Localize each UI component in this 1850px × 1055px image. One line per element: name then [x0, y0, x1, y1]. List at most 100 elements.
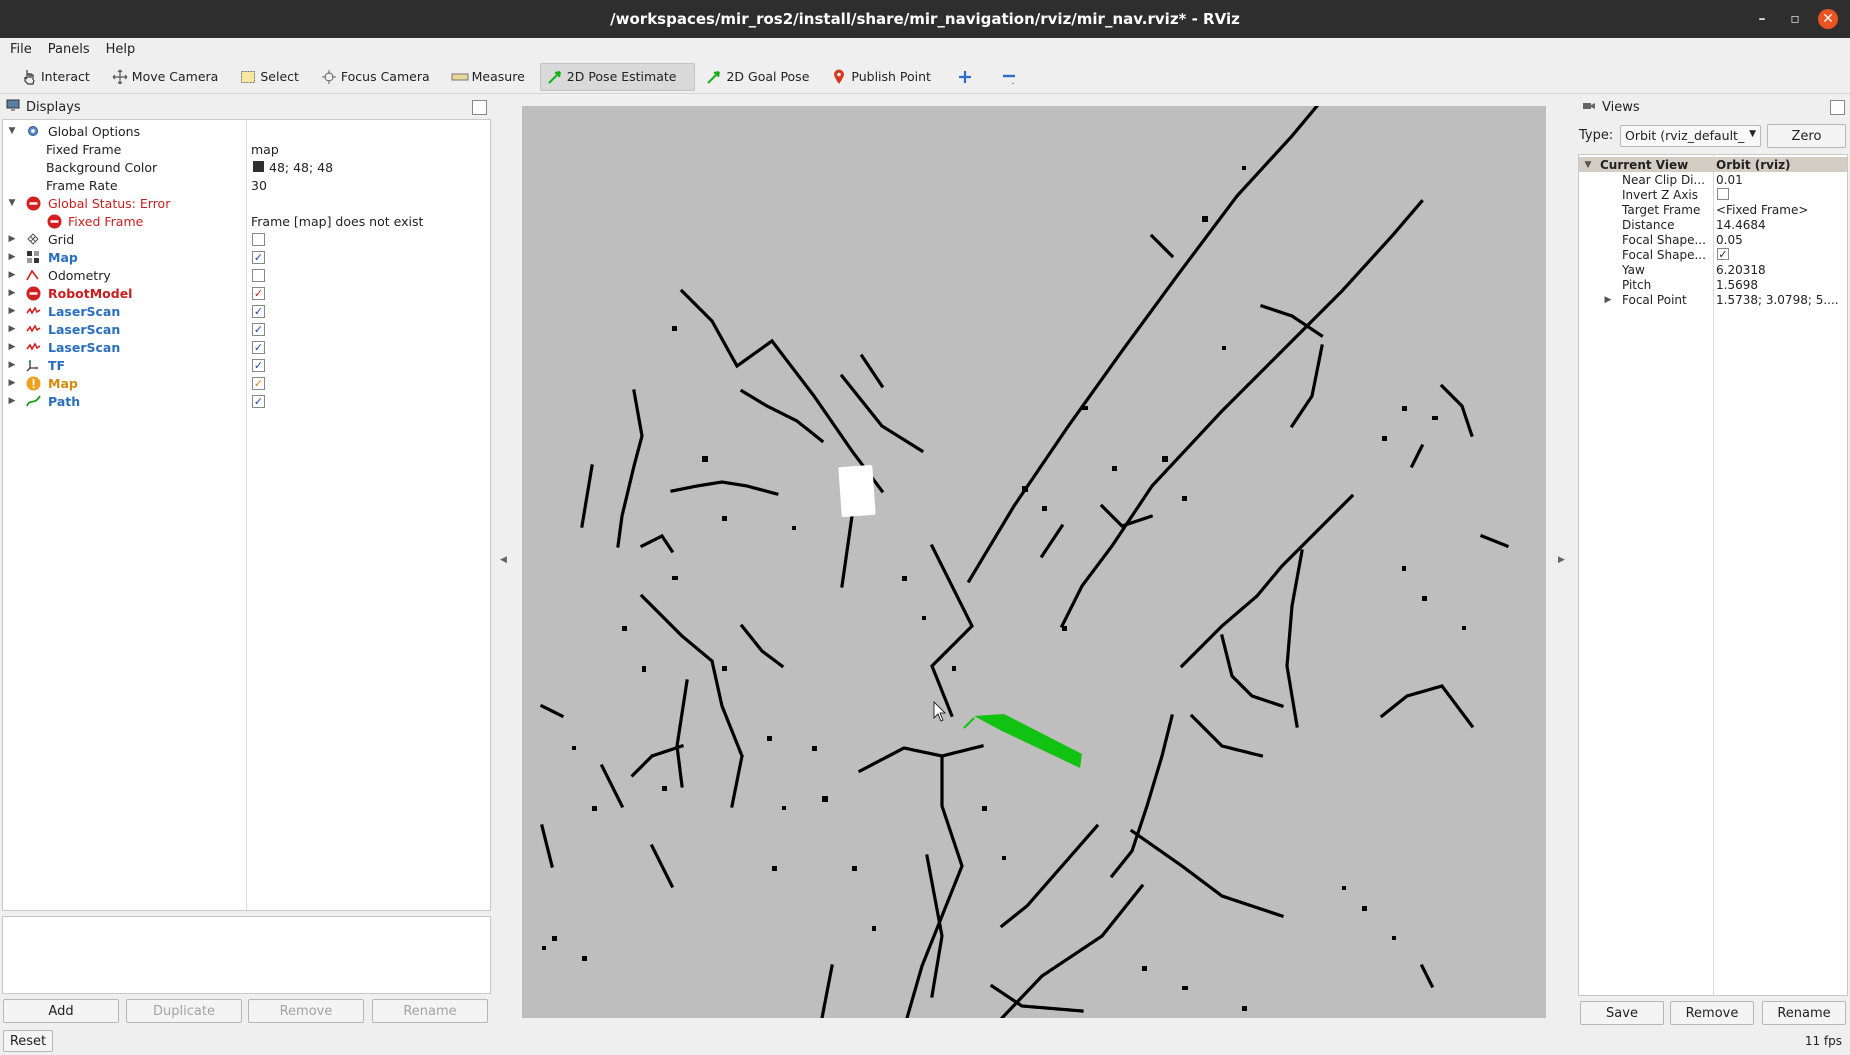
tool-publish-point[interactable]: Publish Point	[824, 63, 942, 91]
tree-row-robotmodel[interactable]: ▶ RobotModel ✓	[3, 284, 490, 302]
tree-row-global-options[interactable]: ▼ Global Options	[3, 122, 490, 140]
reset-button[interactable]: Reset	[3, 1030, 53, 1052]
maximize-icon[interactable]: ▫	[1785, 9, 1805, 29]
right-splitter-handle[interactable]: ▶	[1558, 555, 1565, 565]
tree-row-laserscan[interactable]: ▶ LaserScan ✓	[3, 338, 490, 356]
tree-row-map[interactable]: ▶ Map ✓	[3, 248, 490, 266]
view-property-row[interactable]: Pitch 1.5698	[1579, 277, 1847, 292]
view-property-row[interactable]: Near Clip Di... 0.01	[1579, 172, 1847, 187]
display-checkbox[interactable]	[252, 233, 265, 246]
tool-focus-camera[interactable]: Focus Camera	[314, 63, 441, 91]
expand-arrow-icon[interactable]: ▶	[7, 306, 17, 316]
tree-row-path[interactable]: ▶ Path ✓	[3, 392, 490, 410]
render-viewport[interactable]	[522, 106, 1546, 1018]
expand-arrow-icon[interactable]: ▶	[7, 360, 17, 370]
expand-arrow-icon[interactable]: ▶	[7, 288, 17, 298]
expand-arrow-icon[interactable]: ▶	[7, 324, 17, 334]
remove-view-button[interactable]: Remove	[1670, 1001, 1754, 1025]
tree-row-global-status[interactable]: ▼ Global Status: Error	[3, 194, 490, 212]
tree-row-status-fixed-frame[interactable]: Fixed Frame Frame [map] does not exist	[3, 212, 490, 230]
focal-shape-checkbox[interactable]: ✓	[1717, 248, 1729, 260]
view-property-row[interactable]: Distance 14.4684	[1579, 217, 1847, 232]
collapse-arrow-icon[interactable]: ▼	[7, 198, 17, 208]
add-tool-button[interactable]	[946, 63, 986, 91]
view-property-row[interactable]: Yaw 6.20318	[1579, 262, 1847, 277]
expand-arrow-icon[interactable]: ▶	[7, 342, 17, 352]
close-icon[interactable]: ✕	[1818, 9, 1838, 29]
tree-row-tf[interactable]: ▶ TF ✓	[3, 356, 490, 374]
property-value[interactable]: 0.05	[1716, 233, 1743, 247]
frame-rate-value[interactable]: 30	[251, 178, 267, 193]
color-swatch[interactable]	[253, 161, 264, 172]
tool-2d-pose-estimate[interactable]: 2D Pose Estimate	[539, 62, 696, 91]
menu-panels[interactable]: Panels	[38, 42, 96, 57]
view-property-row[interactable]: Invert Z Axis	[1579, 187, 1847, 202]
display-checkbox[interactable]: ✓	[252, 395, 265, 408]
remove-tool-button[interactable]	[990, 63, 1030, 91]
collapse-arrow-icon[interactable]: ▼	[7, 126, 17, 136]
tree-row-odometry[interactable]: ▶ Odometry	[3, 266, 490, 284]
view-property-row[interactable]: Target Frame <Fixed Frame>	[1579, 202, 1847, 217]
view-type-dropdown[interactable]: Orbit (rviz_default_ ▼	[1620, 125, 1761, 147]
monitor-icon	[6, 99, 20, 115]
invert-z-checkbox[interactable]	[1717, 188, 1729, 200]
collapse-arrow-icon[interactable]: ▼	[1583, 160, 1593, 170]
expand-arrow-icon[interactable]: ▶	[7, 396, 17, 406]
plus-icon	[955, 68, 975, 86]
float-panel-icon[interactable]	[1830, 100, 1845, 115]
display-checkbox[interactable]: ✓	[252, 287, 265, 300]
save-view-button[interactable]: Save	[1580, 1001, 1664, 1025]
error-icon	[46, 213, 62, 229]
view-property-row[interactable]: ▶ Focal Point 1.5738; 3.0798; 5....	[1579, 292, 1847, 307]
display-checkbox[interactable]	[252, 269, 265, 282]
duplicate-display-button[interactable]: Duplicate	[126, 999, 242, 1023]
tree-row-laserscan[interactable]: ▶ LaserScan ✓	[3, 320, 490, 338]
menu-help[interactable]: Help	[96, 42, 142, 57]
rename-display-button[interactable]: Rename	[372, 999, 488, 1023]
tool-move-camera[interactable]: Move Camera	[105, 63, 230, 91]
display-checkbox[interactable]: ✓	[252, 377, 265, 390]
display-checkbox[interactable]: ✓	[252, 305, 265, 318]
tree-row-laserscan[interactable]: ▶ LaserScan ✓	[3, 302, 490, 320]
tree-row-fixed-frame[interactable]: Fixed Frame map	[3, 140, 490, 158]
property-label: Focal Shape...	[1622, 247, 1706, 262]
rename-view-button[interactable]: Rename	[1762, 1001, 1846, 1025]
laserscan-icon	[25, 303, 41, 319]
left-splitter-handle[interactable]: ◀	[500, 555, 507, 565]
current-view-row[interactable]: ▼ Current View Orbit (rviz)	[1579, 157, 1847, 172]
menu-file[interactable]: File	[0, 42, 38, 57]
tool-2d-goal-pose[interactable]: 2D Goal Pose	[699, 63, 820, 91]
display-checkbox[interactable]: ✓	[252, 341, 265, 354]
property-value[interactable]: <Fixed Frame>	[1716, 203, 1808, 217]
expand-arrow-icon[interactable]: ▶	[1603, 295, 1613, 305]
tree-row-frame-rate[interactable]: Frame Rate 30	[3, 176, 490, 194]
add-display-button[interactable]: Add	[3, 999, 119, 1023]
tool-measure[interactable]: Measure	[445, 63, 536, 91]
property-value[interactable]: 6.20318	[1716, 263, 1766, 277]
tree-row-map-warning[interactable]: ▶ Map ✓	[3, 374, 490, 392]
view-property-row[interactable]: Focal Shape... 0.05	[1579, 232, 1847, 247]
minimize-icon[interactable]: –	[1752, 9, 1772, 29]
tool-interact[interactable]: Interact	[14, 63, 101, 91]
display-checkbox[interactable]: ✓	[252, 323, 265, 336]
tree-row-grid[interactable]: ▶ Grid	[3, 230, 490, 248]
expand-arrow-icon[interactable]: ▶	[7, 378, 17, 388]
tree-row-background-color[interactable]: Background Color 48; 48; 48	[3, 158, 490, 176]
property-value[interactable]: 1.5698	[1716, 278, 1758, 292]
property-value[interactable]: 1.5738; 3.0798; 5....	[1716, 293, 1839, 307]
fixed-frame-value[interactable]: map	[251, 142, 279, 157]
display-checkbox[interactable]: ✓	[252, 359, 265, 372]
float-panel-icon[interactable]	[472, 100, 487, 115]
remove-display-button[interactable]: Remove	[248, 999, 364, 1023]
display-checkbox[interactable]: ✓	[252, 251, 265, 264]
property-value[interactable]: 14.4684	[1716, 218, 1766, 232]
expand-arrow-icon[interactable]: ▶	[7, 234, 17, 244]
zero-button[interactable]: Zero	[1767, 124, 1846, 148]
tree-label: Fixed Frame	[46, 141, 122, 157]
tool-select[interactable]: Select	[233, 63, 310, 91]
property-value[interactable]: 0.01	[1716, 173, 1743, 187]
view-property-row[interactable]: Focal Shape... ✓	[1579, 247, 1847, 262]
expand-arrow-icon[interactable]: ▶	[7, 252, 17, 262]
expand-arrow-icon[interactable]: ▶	[7, 270, 17, 280]
background-color-value[interactable]: 48; 48; 48	[269, 160, 333, 175]
